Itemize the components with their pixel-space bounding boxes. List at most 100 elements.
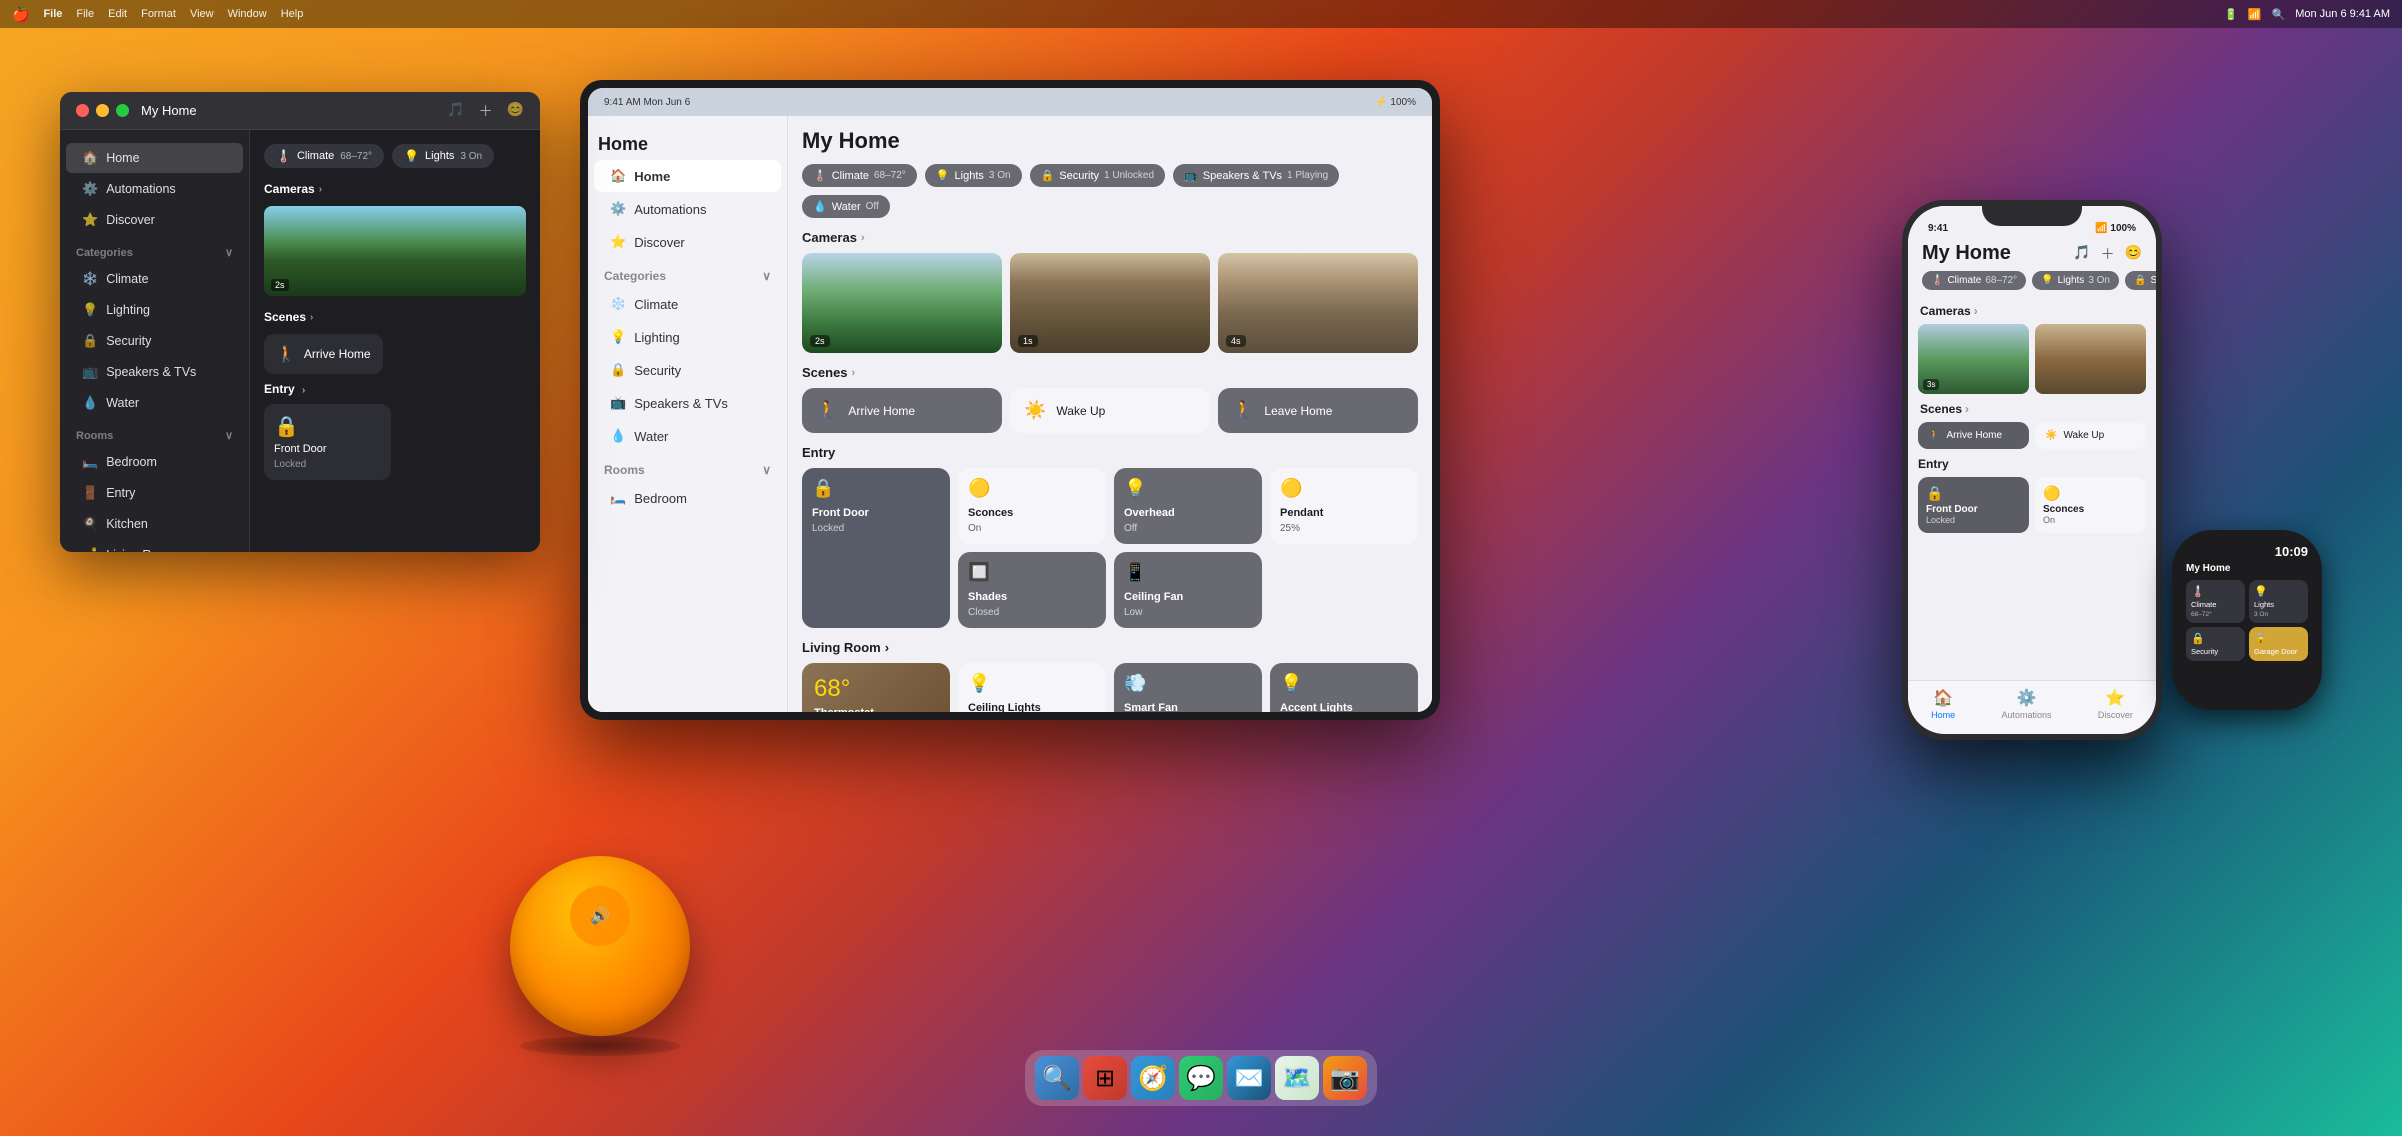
add-icon[interactable]: ＋ [479,101,493,121]
menu-help[interactable]: Help [281,8,304,20]
ipad-chip-water[interactable]: 💧 Water Off [802,195,890,218]
apple-menu-icon[interactable]: 🍎 [12,6,29,23]
sidebar-item-climate[interactable]: ❄️ Climate [66,264,243,294]
sidebar-item-entry[interactable]: 🚪 Entry [66,478,243,508]
ipad-scene-wake-up[interactable]: ☀️ Wake Up [1010,388,1210,433]
dock-maps[interactable]: 🗺️ [1275,1056,1319,1100]
ipad-overhead[interactable]: 💡 Overhead Off [1114,468,1262,544]
ipad-thermostat[interactable]: 68° Thermostat Heating to 70 [802,663,950,712]
front-door-card[interactable]: 🔒 Front Door Locked [264,404,391,480]
ipad-cam-pool[interactable]: 2s [802,253,1002,353]
iphone-tab-discover[interactable]: ⭐ Discover [2098,688,2133,720]
sidebar-label-discover: Discover [106,213,155,227]
menu-format[interactable]: Format [141,8,176,20]
ipad-front-door[interactable]: 🔒 Front Door Locked [802,468,950,628]
ipad-speakers-icon: 📺 [1184,169,1198,182]
iphone-wave-icon[interactable]: 🎵 [2073,244,2090,264]
ipad-cam-outdoor[interactable]: 1s [1010,253,1210,353]
dock-launchpad[interactable]: ⊞ [1083,1056,1127,1100]
sidebar-item-lighting[interactable]: 💡 Lighting [66,295,243,325]
ipad-chip-speakers[interactable]: 📺 Speakers & TVs 1 Playing [1173,164,1339,187]
minimize-button[interactable] [96,104,109,117]
ipad-chip-security[interactable]: 🔒 Security 1 Unlocked [1030,164,1165,187]
sidebar-item-home[interactable]: 🏠 Home [66,143,243,173]
sidebar-item-water[interactable]: 💧 Water [66,388,243,418]
ipad-nav-discover[interactable]: ⭐ Discover [594,226,781,258]
homepod-touch-surface[interactable]: 🔊 [570,886,630,946]
emoji-icon[interactable]: 😊 [507,101,524,121]
cam-timer: 2s [271,279,289,291]
ipad-cat-security[interactable]: 🔒Security [594,354,781,386]
thermostat-label: Thermostat [814,707,938,712]
dock-finder[interactable]: 🔍 [1035,1056,1079,1100]
watch-card-lights[interactable]: 💡 Lights 3 On [2249,580,2308,623]
ipad-water-icon: 💧 [813,200,827,213]
app-menu-home[interactable]: File [43,8,62,20]
close-button[interactable] [76,104,89,117]
climate-chip[interactable]: 🌡️ Climate 68–72° [264,144,384,168]
iphone-tab-home[interactable]: 🏠 Home [1931,688,1955,720]
watch-card-security[interactable]: 🔒 Security [2186,627,2245,661]
ipad-nav-automations[interactable]: ⚙️ Automations [594,193,781,225]
ipad-accent-lights[interactable]: 💡 Accent Lights Off [1270,663,1418,712]
iphone-front-door[interactable]: 🔒 Front Door Locked [1918,477,2029,533]
ipad-chip-climate[interactable]: 🌡️ Climate 68–72° [802,164,917,187]
ipad-cat-speakers[interactable]: 📺Speakers & TVs [594,387,781,419]
sidebar-item-speakers-tvs[interactable]: 📺 Speakers & TVs [66,357,243,387]
iphone-chip-lights[interactable]: 💡 Lights 3 On [2032,271,2119,290]
dock-mail[interactable]: ✉️ [1227,1056,1271,1100]
smart-fan-icon: 💨 [1124,673,1252,694]
menu-window[interactable]: Window [228,8,267,20]
iphone-header: My Home 🎵 ＋ 😊 [1908,238,2156,271]
ipad-nav-home[interactable]: 🏠 Home [594,160,781,192]
iphone-chip-climate[interactable]: 🌡️ Climate 68–72° [1922,271,2026,290]
menu-edit[interactable]: Edit [108,8,127,20]
iphone-chip-security[interactable]: 🔒 Security 1 Unlocked [2125,271,2156,290]
iphone-main: Cameras › 3s Scenes › 🚶 Arrive Home ☀️ [1908,298,2156,680]
maximize-button[interactable] [116,104,129,117]
ipad-room-bedroom[interactable]: 🛏️Bedroom [594,482,781,514]
ipad-ceiling-fan[interactable]: 📱 Ceiling Fan Low [1114,552,1262,628]
dock-messages[interactable]: 💬 [1179,1056,1223,1100]
sidebar-item-security[interactable]: 🔒 Security [66,326,243,356]
scene-arrive-home[interactable]: 🚶 Arrive Home [264,334,383,374]
menu-view[interactable]: View [190,8,214,20]
camera-pool[interactable]: 2s [264,206,526,296]
ipad-cam-indoor[interactable]: 4s [1218,253,1418,353]
ipad-smart-fan[interactable]: 💨 Smart Fan Off [1114,663,1262,712]
iphone-scene-arrive[interactable]: 🚶 Arrive Home [1918,422,2029,449]
ipad-chip-lights[interactable]: 💡 Lights 3 On [925,164,1022,187]
iphone-scene-wakeup[interactable]: ☀️ Wake Up [2035,422,2146,449]
ipad-cat-climate[interactable]: ❄️Climate [594,288,781,320]
watch-card-garage[interactable]: 🔒 Garage Door [2249,627,2308,661]
dock-photos[interactable]: 📷 [1323,1056,1367,1100]
ipad-shades[interactable]: 🔲 Shades Closed [958,552,1106,628]
lights-chip[interactable]: 💡 Lights 3 On [392,144,494,168]
sidebar-item-bedroom[interactable]: 🛏️ Bedroom [66,447,243,477]
sidebar-item-living-room[interactable]: 🛋️ Living Room [66,540,243,552]
watch-card-climate[interactable]: 🌡️ Climate 68–72° [2186,580,2245,623]
mac-menubar: 🍎 File File Edit Format View Window Help… [0,0,2402,28]
ipad-cat-lighting[interactable]: 💡Lighting [594,321,781,353]
sidebar-item-automations[interactable]: ⚙️ Automations [66,174,243,204]
dock-safari[interactable]: 🧭 [1131,1056,1175,1100]
ipad-ceiling-lights[interactable]: 💡 Ceiling Lights 90% [958,663,1106,712]
ipad-scene-leave-home[interactable]: 🚶 Leave Home [1218,388,1418,433]
iphone-sconces[interactable]: 🟡 Sconces On [2035,477,2146,533]
watch-grid: 🌡️ Climate 68–72° 💡 Lights 3 On 🔒 Securi… [2186,580,2308,661]
iphone-add-icon[interactable]: ＋ [2101,244,2115,264]
iphone-smiley-icon[interactable]: 😊 [2125,244,2142,264]
ipad-cat-water[interactable]: 💧Water [594,420,781,452]
iphone-cam-pool[interactable]: 3s [1918,324,2029,394]
iphone-cam-indoor[interactable] [2035,324,2146,394]
iphone-tab-automations[interactable]: ⚙️ Automations [2001,688,2051,720]
ipad-scene-arrive-home[interactable]: 🚶 Arrive Home [802,388,1002,433]
ipad-pendant[interactable]: 🟡 Pendant 25% [1270,468,1418,544]
menu-file[interactable]: File [76,8,94,20]
wave-icon[interactable]: 🎵 [447,101,464,121]
sidebar-item-discover[interactable]: ⭐ Discover [66,205,243,235]
search-icon[interactable]: 🔍 [2272,8,2286,21]
ipad-sconces[interactable]: 🟡 Sconces On [958,468,1106,544]
sidebar-item-kitchen[interactable]: 🍳 Kitchen [66,509,243,539]
menubar-right: 🔋 📶 🔍 Mon Jun 6 9:41 AM [2224,8,2390,21]
